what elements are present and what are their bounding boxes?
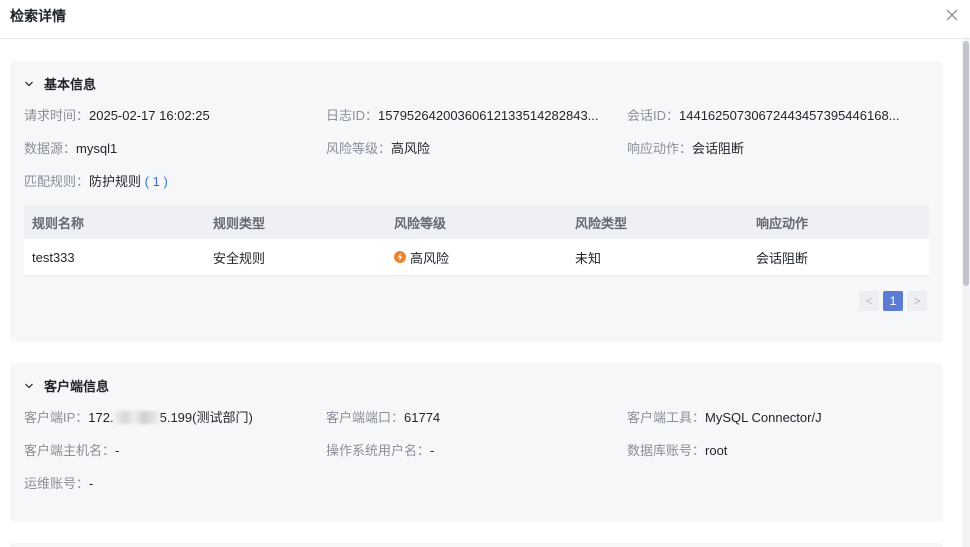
field-label: 操作系统用户名：: [326, 443, 431, 458]
detail-drawer: 检索详情 基本信息 请求时间：2025-02-17 16:02:25 日志ID：…: [0, 0, 970, 547]
client-info-header[interactable]: 客户端信息: [24, 376, 109, 395]
field-label: 匹配规则：: [24, 174, 90, 189]
field-label: 响应动作：: [627, 141, 693, 156]
field-label: 风险等级：: [326, 141, 392, 156]
table-cell: test333: [32, 249, 75, 265]
column-header-risk-type: 风险类型: [575, 215, 628, 231]
field-label: 数据源：: [24, 141, 77, 156]
field-value: 防护规则: [89, 174, 142, 189]
field-label: 客户端主机名：: [24, 443, 116, 458]
drawer-title: 检索详情: [10, 8, 66, 24]
column-header-rule-name: 规则名称: [32, 215, 85, 231]
field-value: mysql1: [76, 141, 118, 156]
table-cell: 会话阻断: [756, 250, 809, 266]
matched-rules-count-link[interactable]: ( 1 ): [145, 174, 168, 189]
table-cell: 未知: [575, 250, 602, 266]
risk-level-field: 风险等级：高风险: [326, 141, 430, 157]
next-section-partial: [10, 543, 943, 547]
log-id-field: 日志ID：15795264200360612133514282843...: [326, 108, 599, 124]
datasource-field: 数据源：mysql1: [24, 141, 117, 157]
scrollbar-thumb[interactable]: [963, 41, 969, 286]
os-username-field: 操作系统用户名：-: [326, 443, 434, 459]
next-page-button[interactable]: >: [907, 291, 927, 311]
field-value-suffix: 5.199(测试部门): [159, 410, 253, 425]
close-icon[interactable]: [944, 7, 960, 23]
field-value: -: [430, 443, 435, 458]
field-value: 61774: [404, 410, 441, 425]
response-action-field: 响应动作：会话阻断: [627, 141, 744, 157]
chevron-down-icon: [25, 383, 33, 388]
field-value: 2025-02-17 16:02:25: [89, 108, 210, 123]
session-id-field: 会话ID：14416250730672443457395446168...: [627, 108, 900, 124]
table-cell: 安全规则: [213, 250, 266, 266]
chevron-down-icon: [25, 81, 33, 86]
table-cell-risk: 高风险: [386, 248, 567, 267]
column-header-risk-level: 风险等级: [394, 215, 447, 231]
field-value-prefix: 172.: [88, 410, 114, 425]
drawer-header: 检索详情: [0, 0, 970, 39]
prev-page-button[interactable]: <: [859, 291, 879, 311]
field-label: 客户端IP：: [24, 410, 89, 425]
field-value: 15795264200360612133514282843...: [378, 108, 599, 123]
request-time-field: 请求时间：2025-02-17 16:02:25: [24, 108, 210, 124]
client-hostname-field: 客户端主机名：-: [24, 443, 119, 459]
client-info-title: 客户端信息: [44, 379, 110, 394]
field-label: 运维账号：: [24, 476, 90, 491]
field-value: 高风险: [391, 141, 431, 156]
matched-rules-field: 匹配规则：防护规则 ( 1 ): [24, 174, 168, 190]
field-value: root: [705, 443, 728, 458]
basic-info-section: 基本信息 请求时间：2025-02-17 16:02:25 日志ID：15795…: [10, 61, 943, 342]
client-info-section: 客户端信息 客户端IP：172. 5.199(测试部门) 客户端端口：61774 …: [10, 363, 943, 522]
field-value: 会话阻断: [692, 141, 745, 156]
field-label: 请求时间：: [24, 108, 90, 123]
client-ip-field: 客户端IP：172. 5.199(测试部门): [24, 410, 253, 426]
risk-level-text: 高风险: [410, 250, 450, 266]
table-header: 规则名称 规则类型 风险等级 风险类型 响应动作: [24, 205, 929, 239]
client-port-field: 客户端端口：61774: [326, 410, 440, 426]
db-account-field: 数据库账号：root: [627, 443, 727, 459]
field-value: -: [115, 443, 120, 458]
field-label: 日志ID：: [326, 108, 379, 123]
field-value: 14416250730672443457395446168...: [679, 108, 900, 123]
basic-info-header[interactable]: 基本信息: [24, 74, 96, 93]
column-header-rule-type: 规则类型: [213, 215, 266, 231]
table-row: test333 安全规则 高风险 未知 会话阻断: [24, 239, 929, 276]
pagination: < 1 >: [859, 291, 927, 311]
field-label: 会话ID：: [627, 108, 680, 123]
column-header-response-action: 响应动作: [756, 215, 809, 231]
ops-account-field: 运维账号：-: [24, 476, 93, 492]
basic-info-title: 基本信息: [44, 77, 97, 92]
rules-table: 规则名称 规则类型 风险等级 风险类型 响应动作 test333 安全规则 高风…: [24, 205, 929, 276]
field-label: 客户端端口：: [326, 410, 405, 425]
field-value: -: [89, 476, 94, 491]
field-label: 数据库账号：: [627, 443, 706, 458]
high-risk-icon: [394, 251, 406, 263]
client-tool-field: 客户端工具：MySQL Connector/J: [627, 410, 822, 426]
redacted-ip-segment: [113, 411, 160, 424]
field-label: 客户端工具：: [627, 410, 706, 425]
page-1-button[interactable]: 1: [883, 291, 903, 311]
field-value: MySQL Connector/J: [705, 410, 822, 425]
